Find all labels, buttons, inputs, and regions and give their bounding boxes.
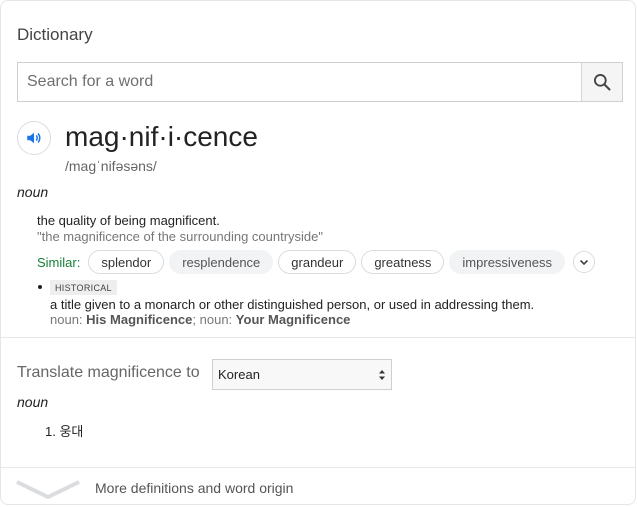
similar-chip-splendor[interactable]: splendor bbox=[88, 250, 165, 274]
search-icon bbox=[594, 74, 611, 91]
card-title: Dictionary bbox=[17, 25, 93, 44]
language-select[interactable]: Korean bbox=[212, 359, 392, 390]
headword: mag·nif·i·cence bbox=[65, 121, 258, 152]
similar-chip-resplendence[interactable]: resplendence bbox=[169, 250, 274, 274]
search-button[interactable] bbox=[581, 63, 622, 101]
search-input[interactable] bbox=[18, 63, 581, 101]
translate-label: Translate magnificence to bbox=[17, 364, 200, 381]
definition-1: the quality of being magnificent. bbox=[37, 213, 220, 228]
part-of-speech: noun bbox=[17, 184, 49, 200]
more-definitions-link[interactable]: More definitions and word origin bbox=[95, 480, 293, 496]
pronounce-button[interactable] bbox=[17, 121, 51, 155]
similar-chip-impressiveness[interactable]: impressiveness bbox=[449, 250, 566, 274]
word-forms: noun: His Magnificence; noun: Your Magni… bbox=[50, 312, 350, 327]
similar-chip-greatness[interactable]: greatness bbox=[361, 250, 445, 274]
select-arrows-icon bbox=[379, 370, 385, 380]
list-bullet bbox=[38, 285, 42, 289]
example-1: "the magnificence of the surrounding cou… bbox=[37, 229, 324, 244]
dictionary-card: Dictionary mag·nif·i·cence /maɡˈnifəsəns… bbox=[0, 0, 636, 505]
footer-divider bbox=[1, 467, 635, 468]
expand-similar-button[interactable] bbox=[573, 251, 596, 273]
translation-part-of-speech: noun bbox=[17, 394, 49, 410]
similar-words: Similar: splendor resplendence grandeur … bbox=[37, 249, 596, 275]
similar-label: Similar: bbox=[37, 254, 81, 270]
expand-chevron-icon[interactable] bbox=[15, 478, 81, 500]
forms-separator: ; bbox=[192, 312, 196, 327]
form-2-prefix: noun: bbox=[199, 312, 233, 327]
translation-number: 1. bbox=[45, 424, 56, 439]
section-divider bbox=[1, 337, 635, 338]
phonetic-spelling: /maɡˈnifəsəns/ bbox=[65, 158, 157, 174]
historical-tag: HISTORICAL bbox=[50, 280, 117, 295]
translation-text: 웅대 bbox=[59, 424, 84, 439]
chevron-down-icon bbox=[579, 259, 589, 266]
translation-item: 1. 웅대 bbox=[45, 421, 83, 440]
definition-2: a title given to a monarch or other dist… bbox=[50, 297, 535, 312]
form-1: His Magnificence bbox=[86, 312, 193, 327]
search-box bbox=[17, 62, 623, 102]
language-select-value: Korean bbox=[218, 367, 260, 382]
form-2: Your Magnificence bbox=[235, 312, 351, 327]
form-1-prefix: noun: bbox=[50, 312, 83, 327]
similar-chip-grandeur[interactable]: grandeur bbox=[278, 250, 357, 274]
speaker-icon bbox=[27, 132, 41, 144]
